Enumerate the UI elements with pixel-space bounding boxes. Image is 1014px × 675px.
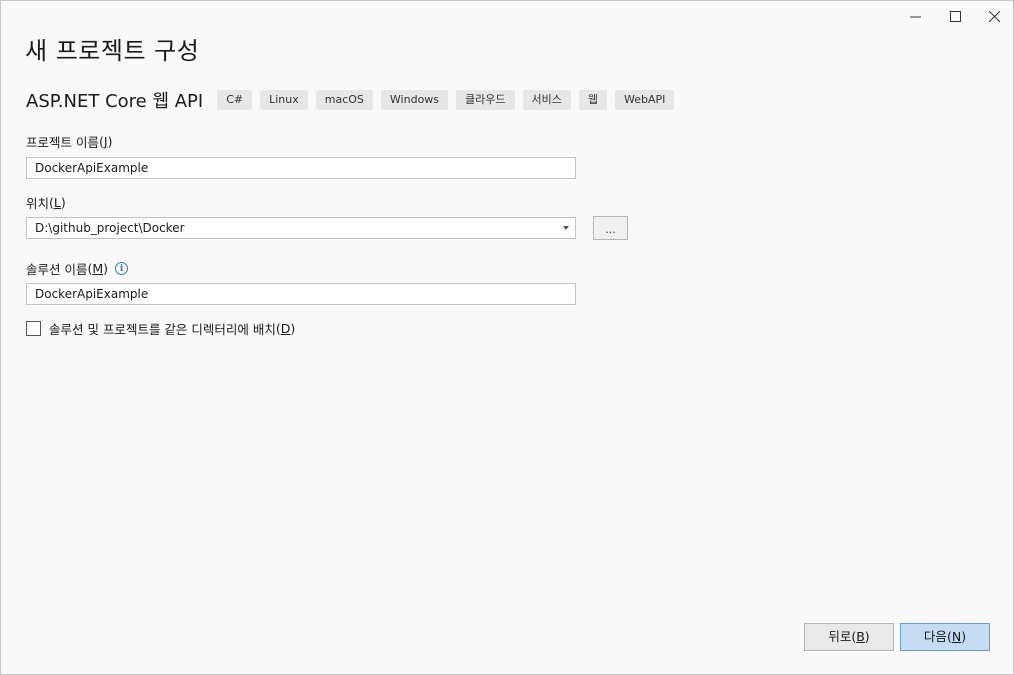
dialog-window: 새 프로젝트 구성 ASP.NET Core 웹 API C# Linux ma… bbox=[0, 0, 1014, 675]
next-mnemonic: N bbox=[951, 629, 962, 644]
solution-name-input[interactable]: DockerApiExample bbox=[26, 283, 576, 305]
tag-linux: Linux bbox=[260, 90, 308, 110]
next-button-label: 다음 bbox=[923, 629, 947, 644]
maximize-icon[interactable] bbox=[940, 6, 970, 26]
solution-name-value: DockerApiExample bbox=[35, 287, 149, 301]
back-mnemonic: B bbox=[856, 629, 865, 644]
solution-name-mnemonic: M bbox=[92, 261, 104, 276]
project-name-mnemonic: J bbox=[103, 134, 108, 149]
tag-web: 웹 bbox=[578, 90, 608, 110]
tag-service: 서비스 bbox=[522, 90, 571, 110]
back-button[interactable]: 뒤로(B) bbox=[804, 623, 894, 651]
same-directory-option[interactable]: 솔루션 및 프로젝트를 같은 디렉터리에 배치(D) bbox=[26, 319, 295, 338]
same-directory-mnemonic: D bbox=[280, 321, 291, 336]
chevron-down-icon[interactable] bbox=[563, 226, 569, 230]
location-label-text: 위치 bbox=[26, 196, 50, 211]
tag-macos: macOS bbox=[315, 90, 373, 110]
info-icon[interactable]: i bbox=[115, 262, 129, 275]
tag-webapi: WebAPI bbox=[615, 90, 675, 110]
close-icon[interactable] bbox=[979, 6, 1009, 26]
same-directory-label: 솔루션 및 프로젝트를 같은 디렉터리에 배치 bbox=[49, 322, 276, 337]
template-header: ASP.NET Core 웹 API C# Linux macOS Window… bbox=[26, 87, 682, 113]
location-label: 위치(L) bbox=[26, 195, 66, 211]
template-name: ASP.NET Core 웹 API bbox=[26, 91, 204, 112]
location-combobox[interactable]: D:\github_project\Docker bbox=[26, 217, 576, 239]
location-mnemonic: L bbox=[53, 195, 61, 210]
solution-name-label-text: 솔루션 이름 bbox=[26, 262, 88, 277]
page-title: 새 프로젝트 구성 bbox=[25, 37, 200, 65]
browse-button[interactable]: ... bbox=[593, 216, 628, 240]
next-button[interactable]: 다음(N) bbox=[900, 623, 990, 651]
project-name-label-text: 프로젝트 이름 bbox=[26, 135, 99, 150]
tag-cloud: 클라우드 bbox=[456, 90, 515, 110]
minimize-icon[interactable] bbox=[900, 6, 930, 26]
location-value: D:\github_project\Docker bbox=[35, 221, 185, 235]
tag-windows: Windows bbox=[380, 90, 449, 110]
project-name-label: 프로젝트 이름(J) bbox=[26, 134, 113, 150]
project-name-value: DockerApiExample bbox=[35, 161, 149, 175]
tag-csharp: C# bbox=[217, 90, 253, 110]
solution-name-label: 솔루션 이름(M) i bbox=[26, 259, 129, 278]
project-name-input[interactable]: DockerApiExample bbox=[26, 157, 576, 179]
back-button-label: 뒤로 bbox=[828, 629, 852, 644]
same-directory-checkbox[interactable] bbox=[26, 321, 41, 336]
